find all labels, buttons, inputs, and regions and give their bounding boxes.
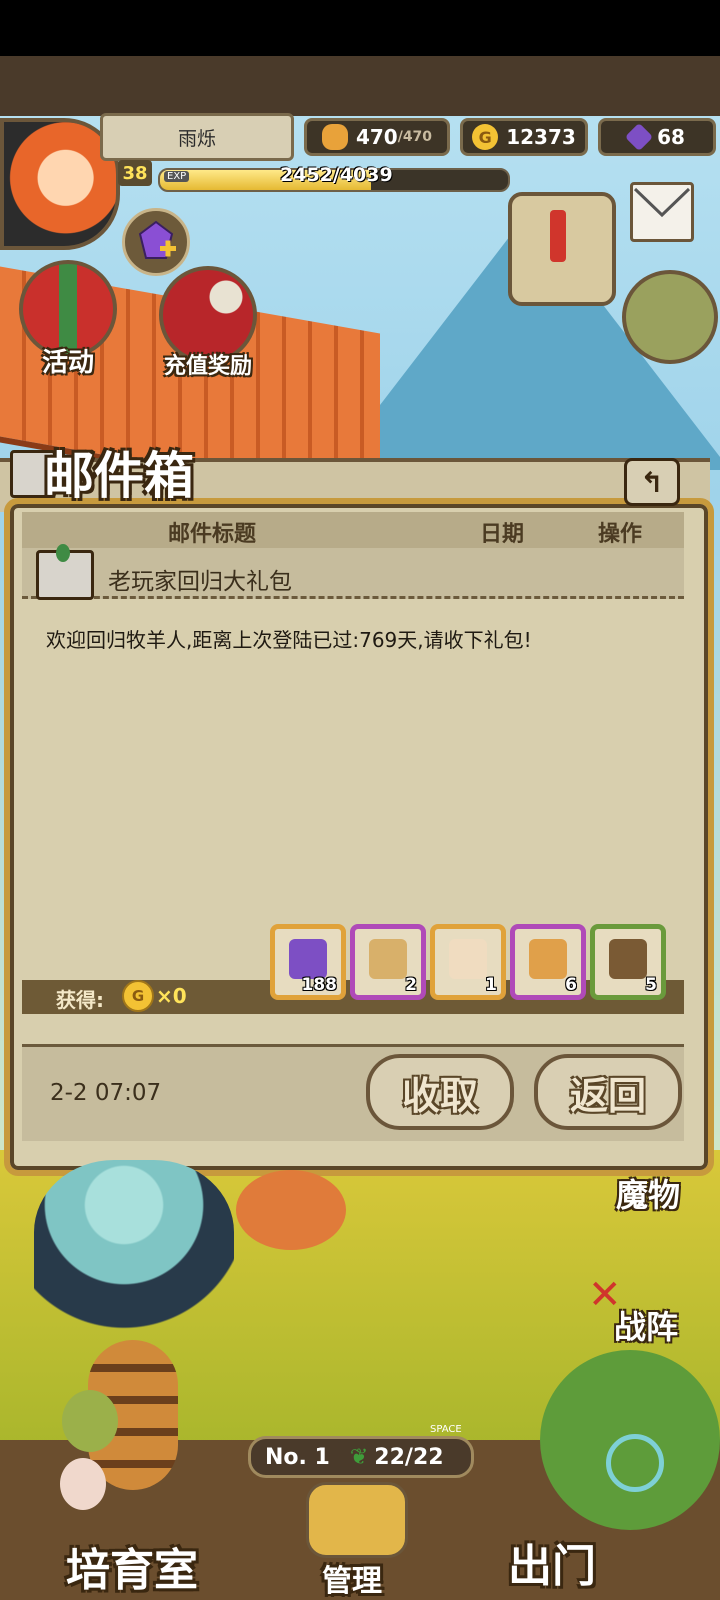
portal-swirl-icon [606,1434,664,1492]
column-title: 邮件标题 [168,522,257,547]
mailbox-title: 邮件箱 [44,446,194,505]
level-badge: 38 [118,160,152,186]
bread-basket-icon [529,939,567,979]
depart-button[interactable]: 出门 [508,1530,596,1594]
quest-alert-icon [550,210,566,262]
activity-label: 活动 [41,348,94,378]
fox-tail-sprite [236,1170,346,1250]
gem-counter: 68 [598,118,716,156]
mail-icon[interactable] [630,182,694,242]
claim-button[interactable]: 收取 [366,1054,514,1130]
item-count: 1 [485,975,497,995]
column-action: 操作 [598,522,643,547]
formation-button[interactable]: 战阵 [614,1302,678,1348]
reward-item-bread-basket[interactable]: 6 [510,924,586,1000]
reward-item-pickaxe[interactable]: 5 [590,924,666,1000]
reward-item-ticket[interactable]: 1 [430,924,506,1000]
monster-button[interactable]: 魔物 [616,1170,680,1216]
column-date: 日期 [480,522,525,547]
exp-label: EXP [164,171,190,182]
rank-label: No. 1 [265,1444,330,1470]
back-arrow-icon[interactable]: ↰ [624,458,680,506]
gold-coin-icon: G [122,980,154,1012]
mail-body: 欢迎回归牧羊人,距离上次登陆已过:769天,请收下礼包! [46,628,532,652]
rank-space-bar: No. 1 ❦ 22/22 [248,1436,474,1478]
space-count: 22/22 [374,1444,444,1470]
gold-bag-icon [369,939,407,979]
backpack-icon[interactable] [622,270,718,364]
gold-coin-icon: G [472,124,499,150]
item-count: 188 [301,975,338,995]
reward-item-gem[interactable]: 188 [270,924,346,1000]
bread-counter: 470/470 [304,118,450,156]
obtain-label: 获得: [56,988,104,1012]
mail-column-header: 邮件标题 日期 操作 [22,512,684,548]
bread-icon [321,124,348,150]
gem-value: 68 [657,125,685,149]
character-sprite[interactable] [34,1160,234,1340]
exp-text: 2452/4039 [280,164,393,186]
recharge-reward-button[interactable]: 充值奖励 [148,266,268,380]
bread-value: 470 [355,125,398,149]
gift-bow-icon [56,544,70,562]
egg-icon [62,1390,118,1452]
reward-item-gold-bag[interactable]: 2 [350,924,426,1000]
manage-button[interactable]: 管理 [322,1556,382,1600]
space-tag: SPACE [430,1424,462,1435]
item-count: 6 [565,975,577,995]
gold-reward-count: ×0 [156,984,187,1008]
item-count: 5 [645,975,657,995]
recharge-reward-label: 充值奖励 [163,354,252,379]
egg-icon [60,1458,106,1510]
gem-icon [624,122,654,152]
player-name: 雨烁 [100,113,294,161]
mail-subject: 老玩家回归大礼包 [108,569,292,595]
item-count: 2 [405,975,417,995]
ticket-icon [449,939,487,979]
gold-value: 12373 [506,125,576,149]
top-wood-frame [0,56,720,116]
incubator-button[interactable]: 培育室 [66,1534,198,1598]
return-button[interactable]: 返回 [534,1054,682,1130]
gem-icon [289,939,327,979]
leaf-icon: ❦ [349,1444,369,1470]
pickaxe-icon [609,939,647,979]
gold-counter: G 12373 [460,118,588,156]
keys-icon [306,1482,408,1558]
bread-max: /470 [397,129,433,145]
activity-button[interactable]: 活动 [8,260,128,379]
mail-date: 2-2 07:07 [50,1080,162,1106]
